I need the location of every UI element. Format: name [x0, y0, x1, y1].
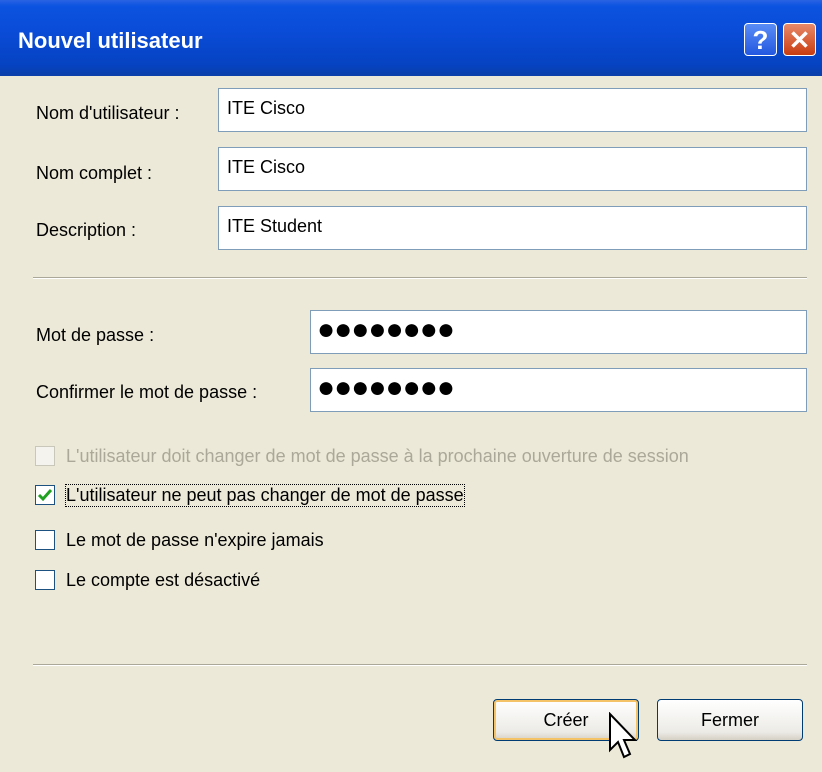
checkmark-icon [37, 489, 53, 502]
separator-top [33, 277, 807, 279]
confirm-password-label: Confirmer le mot de passe : [36, 382, 258, 402]
fullname-input[interactable]: ITE Cisco [218, 147, 807, 191]
fullname-label: Nom complet : [36, 163, 153, 183]
password-input[interactable]: ●●●●●●●● [310, 310, 807, 354]
username-input[interactable]: ITE Cisco [218, 88, 807, 132]
description-input[interactable]: ITE Student [218, 206, 807, 250]
window-title: Nouvel utilisateur [18, 28, 203, 53]
arrow-pointer-icon [609, 712, 638, 759]
help-button[interactable]: ? [744, 23, 777, 56]
confirm-password-input[interactable]: ●●●●●●●● [310, 368, 807, 412]
description-label: Description : [36, 220, 137, 240]
password-label: Mot de passe : [36, 325, 155, 345]
must-change-password-checkbox[interactable] [35, 446, 55, 466]
username-label: Nom d'utilisateur : [36, 103, 180, 123]
cannot-change-password-checkbox[interactable] [35, 485, 55, 505]
account-disabled-checkbox[interactable] [35, 570, 55, 590]
close-button[interactable]: Fermer [657, 699, 803, 741]
must-change-password-label: L'utilisateur doit changer de mot de pas… [66, 446, 689, 466]
password-never-expires-label: Le mot de passe n'expire jamais [66, 530, 324, 550]
account-disabled-label: Le compte est désactivé [66, 570, 261, 590]
cannot-change-password-label: L'utilisateur ne peut pas changer de mot… [65, 484, 465, 507]
password-never-expires-checkbox[interactable] [35, 530, 55, 550]
title-bar: Nouvel utilisateur ? ✕ [0, 0, 822, 76]
separator-bottom [33, 664, 807, 666]
close-window-button[interactable]: ✕ [783, 23, 816, 56]
